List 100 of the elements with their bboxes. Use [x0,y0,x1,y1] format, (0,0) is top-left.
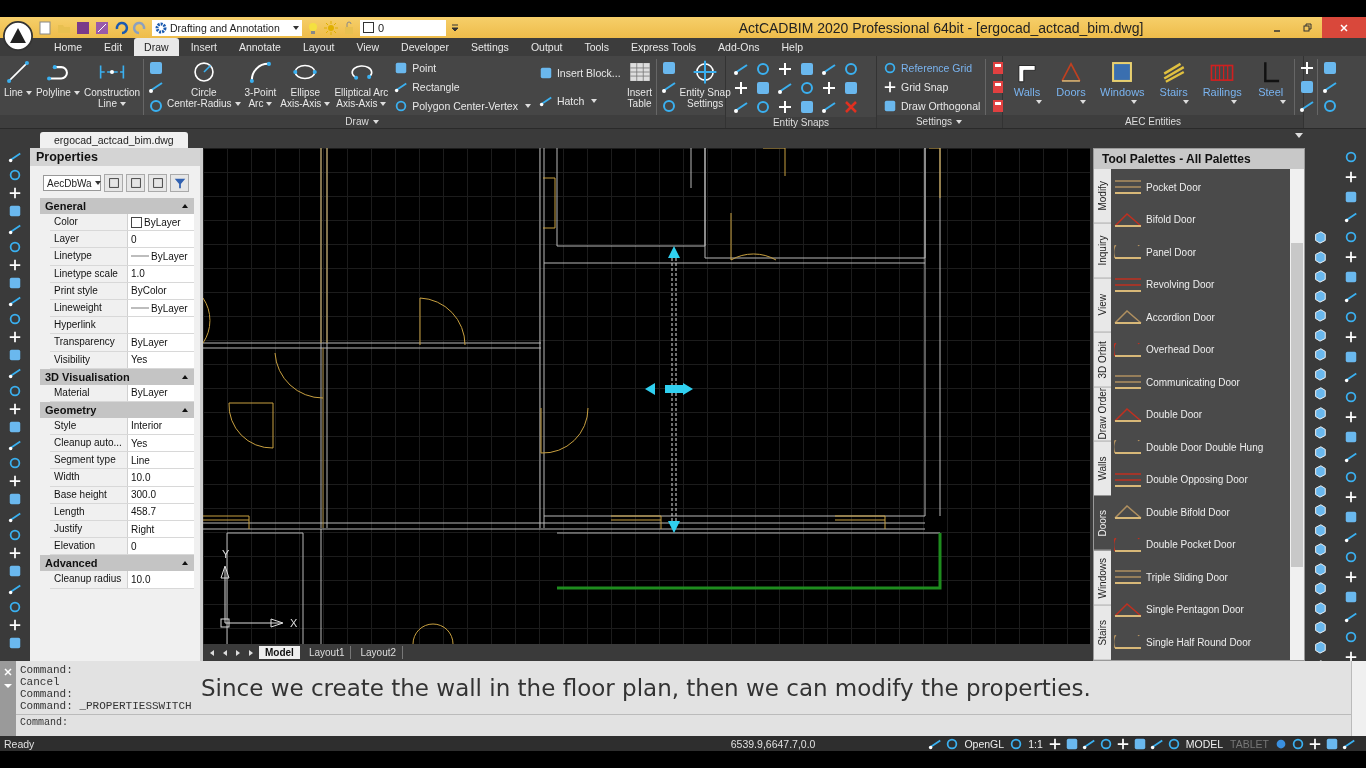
ribbon-tool-button[interactable]: Railings [1196,59,1248,115]
property-value-cell[interactable]: ByLayer [128,248,194,265]
tool-icon[interactable] [1343,510,1358,524]
tool-icon[interactable] [8,222,22,236]
tool-icon[interactable] [8,492,22,506]
tool-icon[interactable] [1313,620,1328,634]
tool-icon[interactable] [8,294,22,308]
tool-icon[interactable] [1313,639,1328,654]
ribbon-tool-button[interactable]: Windows [1094,59,1151,115]
collapse-caret-icon[interactable] [181,202,189,210]
ribbon-tool-button[interactable]: Circle Center-Radius [166,59,242,115]
tool-icon[interactable] [8,204,22,218]
tool-icon[interactable] [1321,79,1338,95]
ribbon-tool-button[interactable]: Grid Snap [883,80,981,94]
section-header[interactable]: General [40,198,194,214]
ribbon-tab[interactable]: Tools [574,38,619,56]
tool-icon[interactable] [1343,430,1358,444]
snap-icon[interactable] [799,99,815,115]
object-type-dropdown[interactable]: AecDbWa [43,175,101,191]
status-toggle-icon[interactable] [1047,736,1062,751]
snap-icon[interactable] [843,61,859,77]
scrollbar[interactable] [1351,661,1366,736]
palette-tab[interactable]: Inquiry [1094,223,1111,279]
tool-icon[interactable] [8,348,22,362]
status-toggle-icon[interactable] [1009,736,1024,751]
palette-tab[interactable]: 3D Orbit [1094,332,1111,388]
ribbon-tool-button[interactable]: Stairs [1152,59,1195,115]
quick-access-icon[interactable] [94,19,110,36]
ribbon-tab[interactable]: Insert [180,38,227,56]
property-value-cell[interactable]: 0 [128,231,194,248]
status-toggle-icon[interactable] [1308,736,1322,751]
model-tab[interactable]: Model [259,646,300,659]
ribbon-tab[interactable]: Add-Ons [708,38,770,56]
tool-icon[interactable] [1313,327,1328,342]
tool-icon[interactable] [1343,190,1358,204]
tool-icon[interactable] [8,420,22,434]
tool-icon[interactable] [1313,405,1328,420]
tool-icon[interactable] [1313,561,1328,576]
palette-item[interactable]: Double Opposing Door [1111,463,1290,496]
property-value-cell[interactable]: Line [128,452,194,469]
ribbon-tool-button[interactable]: Polygon Center-Vertex [394,98,531,113]
ribbon-tool-button[interactable]: Construction Line [82,59,142,115]
palette-item[interactable]: Accordion Door [1111,301,1290,334]
quick-access-icon[interactable] [113,19,129,36]
toolbar-button[interactable] [104,174,123,192]
property-value-cell[interactable]: 10.0 [128,469,194,486]
document-tab[interactable]: ergocad_actcad_bim.dwg [40,132,188,148]
palette-item[interactable]: Single Pentagon Door [1111,593,1290,626]
tool-icon[interactable] [1313,347,1328,361]
property-value-cell[interactable]: 0 [128,538,194,555]
ribbon-tab[interactable]: Edit [94,38,133,56]
snap-icon[interactable] [755,99,771,115]
palette-item[interactable]: Bifold Door [1111,203,1290,236]
property-value-cell[interactable]: Yes [128,435,194,452]
palette-item[interactable]: Double Door Double Hung [1111,431,1290,464]
property-value-cell[interactable]: Right [128,521,194,538]
status-toggle-icon[interactable] [1325,736,1339,751]
tool-icon[interactable] [660,79,677,95]
command-input-field[interactable]: Command: [16,714,1351,731]
ribbon-tab[interactable]: Settings [460,38,519,56]
toolbar-button[interactable] [126,174,145,192]
ribbon-tool-button[interactable]: Rectangle [394,80,531,94]
status-toggle-icon[interactable] [945,736,960,751]
toolbar-button[interactable] [148,174,167,192]
scrollbar[interactable] [1290,169,1304,660]
snap-icon[interactable] [799,80,815,96]
tool-icon[interactable] [1343,270,1358,284]
ribbon-tool-button[interactable]: Insert Table [625,59,654,115]
status-toggle-icon[interactable] [1132,736,1147,751]
snap-icon[interactable] [777,80,793,96]
property-value-cell[interactable] [128,317,194,334]
tool-icon[interactable] [1313,522,1328,537]
bulb-icon[interactable] [306,20,320,35]
palette-item[interactable]: Pocket Door [1111,171,1290,204]
status-toggle[interactable]: 1:1 [1026,737,1045,750]
tool-icon[interactable] [1313,230,1328,244]
palette-item[interactable]: Single Half Round Door [1111,626,1290,659]
status-toggle[interactable]: MODEL [1183,737,1226,750]
caret-icon[interactable] [371,117,380,126]
layout-tab[interactable]: Layout1 [302,646,352,659]
palette-item[interactable]: Triple Sliding Door [1111,561,1290,594]
tool-icon[interactable] [1313,464,1328,478]
ribbon-tool-button[interactable]: 3-Point Arc [243,59,278,115]
palette-item[interactable]: Communicating Door [1111,366,1290,399]
tool-icon[interactable] [1343,210,1358,224]
tool-icon[interactable] [1313,366,1328,381]
ribbon-tool-button[interactable]: Hatch [538,94,621,108]
toolbar-button[interactable] [170,174,189,192]
palette-tab[interactable]: Draw Order [1094,387,1111,442]
tool-icon[interactable] [1343,450,1358,464]
tool-icon[interactable] [1313,269,1328,283]
palette-tab[interactable]: Stairs [1094,605,1111,660]
status-toggle-icon[interactable] [1098,736,1113,751]
ribbon-tab[interactable]: Express Tools [620,38,707,56]
palette-item[interactable]: Overhead Door [1111,333,1290,366]
ribbon-tool-button[interactable]: Steel [1249,59,1292,115]
snap-icon[interactable] [821,99,837,115]
palette-tab[interactable]: Modify [1094,169,1111,224]
tool-icon[interactable] [1313,542,1328,556]
tool-icon[interactable] [148,79,165,95]
